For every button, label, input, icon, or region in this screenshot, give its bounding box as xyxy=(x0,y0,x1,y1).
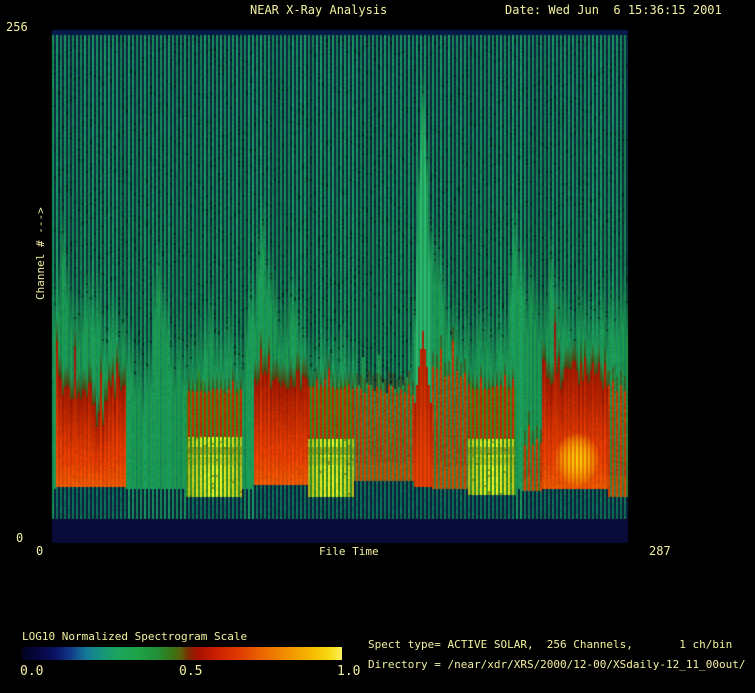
y-axis-title: Channel # ---> xyxy=(35,207,47,300)
x-axis-max-label: 287 xyxy=(649,545,671,557)
colorbar-gradient xyxy=(22,647,342,660)
spect-type-line: Spect type= ACTIVE SOLAR, 256 Channels, … xyxy=(368,639,732,651)
x-axis-min-label: 0 xyxy=(36,545,43,557)
colorbar-tick-min: 0.0 xyxy=(20,666,43,678)
colorbar-title: LOG10 Normalized Spectrogram Scale xyxy=(22,631,247,643)
colorbar-tick-mid: 0.5 xyxy=(179,666,202,678)
colorbar-tick-max: 1.0 xyxy=(337,666,360,678)
datetime-label: Date: Wed Jun 6 15:36:15 2001 xyxy=(505,4,722,16)
page-title: NEAR X-Ray Analysis xyxy=(250,4,387,16)
y-axis-max-label: 256 xyxy=(6,21,28,33)
y-axis-min-label: 0 xyxy=(16,532,23,544)
x-axis-title: File Time xyxy=(319,546,379,558)
directory-line: Directory = /near/xdr/XRS/2000/12-00/XSd… xyxy=(368,659,746,671)
spectrogram-canvas xyxy=(0,0,755,693)
near-xray-analysis-window: NEAR X-Ray Analysis Date: Wed Jun 6 15:3… xyxy=(0,0,755,693)
